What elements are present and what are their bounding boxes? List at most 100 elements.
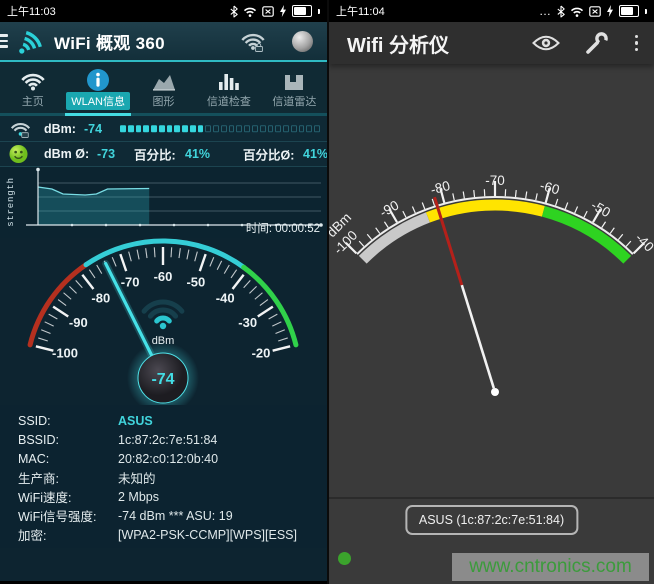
- svg-text:-30: -30: [238, 315, 257, 330]
- svg-text:-100: -100: [52, 346, 78, 361]
- detail-row: BSSID:1c:87:2c:7e:51:84: [0, 430, 327, 449]
- detail-value: [WPA2-PSK-CCMP][WPS][ESS]: [118, 528, 297, 542]
- battery-icon: [619, 5, 639, 17]
- svg-text:-70: -70: [121, 275, 140, 290]
- signal-bar-segment: [252, 125, 258, 133]
- signal-bar-segment: [174, 125, 180, 133]
- boxed-x-icon: [589, 6, 601, 17]
- svg-text:-80: -80: [429, 178, 452, 198]
- tab-graph[interactable]: 图形: [131, 62, 196, 113]
- detail-value: 2.437 GHz: [118, 547, 178, 549]
- dbm-avg-value: -73: [97, 147, 115, 161]
- status-icons: [230, 5, 320, 18]
- eye-icon[interactable]: [532, 34, 560, 52]
- detail-value: 未知的: [118, 468, 156, 487]
- detail-label: MAC:: [18, 452, 118, 466]
- right-status-bar: 上午11:04 …: [329, 0, 654, 22]
- access-point-button[interactable]: ASUS (1c:87:2c:7e:51:84): [405, 505, 578, 535]
- tab-channel-check[interactable]: 信道检查: [196, 62, 261, 113]
- charging-bolt-icon: [279, 5, 287, 17]
- tab-channel-radar[interactable]: 信道雷达: [262, 62, 327, 113]
- overflow-menu-icon[interactable]: [633, 33, 641, 54]
- signal-bar-segment: [283, 125, 289, 133]
- dbm-avg-label: dBm Ø:: [44, 147, 89, 161]
- detail-value: 20:82:c0:12:0b:40: [118, 452, 218, 466]
- bluetooth-icon: [557, 5, 565, 18]
- divider: [329, 497, 654, 499]
- svg-text:-90: -90: [377, 197, 401, 220]
- wifi-overview-app: 上午11:03 WiFi 概观 360: [0, 0, 327, 584]
- left-status-bar: 上午11:03: [0, 0, 327, 22]
- app-title: WiFi 概观 360: [54, 29, 165, 54]
- detail-value: 1c:87:2c:7e:51:84: [118, 433, 217, 447]
- detail-label: WiFi速度:: [18, 487, 118, 506]
- svg-text:-50: -50: [186, 275, 205, 290]
- bar-chart-icon: [217, 62, 241, 92]
- signal-bar-segment: [260, 125, 266, 133]
- detail-label: 加密:: [18, 525, 118, 544]
- menu-icon[interactable]: [0, 34, 8, 48]
- dbm-value: -74: [84, 122, 102, 136]
- detail-label: BSSID:: [18, 433, 118, 447]
- dbm-gauge: -100-90-80-70-60-50-40-30-20dBm-74: [0, 238, 327, 405]
- detail-row: SSID:ASUS: [0, 411, 327, 430]
- signal-bar-segment: [213, 125, 219, 133]
- signal-bar-segment: [275, 125, 281, 133]
- percent-value: 41%: [185, 147, 210, 161]
- smiley-icon: [9, 145, 28, 164]
- percent-label: 百分比:: [134, 145, 176, 164]
- detail-row: MAC:20:82:c0:12:0b:40: [0, 449, 327, 468]
- svg-text:-60: -60: [538, 178, 561, 198]
- signal-bar-segment: [167, 125, 173, 133]
- charging-bolt-icon: [606, 5, 614, 17]
- signal-strength-bar: [120, 125, 320, 133]
- status-icons: …: [539, 5, 647, 18]
- elapsed-time: 时间: 00:00:52: [246, 220, 320, 236]
- svg-text:-40: -40: [216, 290, 235, 305]
- signal-bar-segment: [291, 125, 297, 133]
- svg-text:-70: -70: [485, 173, 505, 188]
- svg-text:strength: strength: [6, 177, 16, 227]
- tab-bar: 主页 WLAN信息 图形 信道检查: [0, 62, 327, 113]
- wrench-icon[interactable]: [584, 31, 609, 56]
- detail-row: WiFi速度:2 Mbps: [0, 487, 327, 506]
- signal-bar-segment: [120, 125, 126, 133]
- connection-details: SSID:ASUSBSSID:1c:87:2c:7e:51:84MAC:20:8…: [0, 405, 327, 548]
- wifi-icon: [243, 6, 257, 17]
- detail-label: 频率:: [18, 544, 118, 548]
- signal-bar-segment: [229, 125, 235, 133]
- area-chart-icon: [151, 62, 177, 92]
- signal-bar-segment: [190, 125, 196, 133]
- tab-home[interactable]: 主页: [0, 62, 65, 113]
- ellipsis-icon: …: [539, 7, 552, 15]
- tab-label: 信道雷达: [267, 92, 321, 110]
- screenshot-root: 上午11:03 WiFi 概观 360: [0, 0, 654, 584]
- svg-text:-80: -80: [91, 290, 110, 305]
- tab-label: 图形: [148, 92, 180, 110]
- signal-bar-segment: [306, 125, 312, 133]
- signal-bar-segment: [159, 125, 165, 133]
- svg-text:-74: -74: [151, 371, 174, 388]
- signal-row: dBm: -74: [0, 116, 327, 142]
- percent-avg-label: 百分比Ø:: [243, 145, 294, 164]
- bluetooth-icon: [230, 5, 238, 18]
- signal-bar-segment: [244, 125, 250, 133]
- tab-label: 主页: [17, 92, 49, 110]
- tab-label: 信道检查: [202, 92, 256, 110]
- signal-bar-segment: [236, 125, 242, 133]
- signal-bar-segment: [314, 125, 320, 133]
- wifi-lock-icon[interactable]: [240, 30, 266, 52]
- averages-row: dBm Ø: -73 百分比: 41% 百分比Ø: 41%: [0, 142, 327, 167]
- detail-label: WiFi信号强度:: [18, 506, 118, 525]
- strength-history-graph: strength 时间: 00:00:52: [0, 167, 327, 238]
- detail-row: 生产商:未知的: [0, 468, 327, 487]
- signal-bar-segment: [198, 125, 204, 133]
- svg-text:-90: -90: [69, 315, 88, 330]
- detail-label: 生产商:: [18, 468, 118, 487]
- detail-row: 频率:2.437 GHz: [0, 544, 327, 548]
- signal-meter-gauge: -100-90-80-70-60-50-40dBm: [329, 70, 654, 497]
- globe-icon[interactable]: [292, 31, 313, 52]
- tab-wlan-info[interactable]: WLAN信息: [65, 62, 130, 113]
- signal-bar-segment: [136, 125, 142, 133]
- detail-row: WiFi信号强度:-74 dBm *** ASU: 19: [0, 506, 327, 525]
